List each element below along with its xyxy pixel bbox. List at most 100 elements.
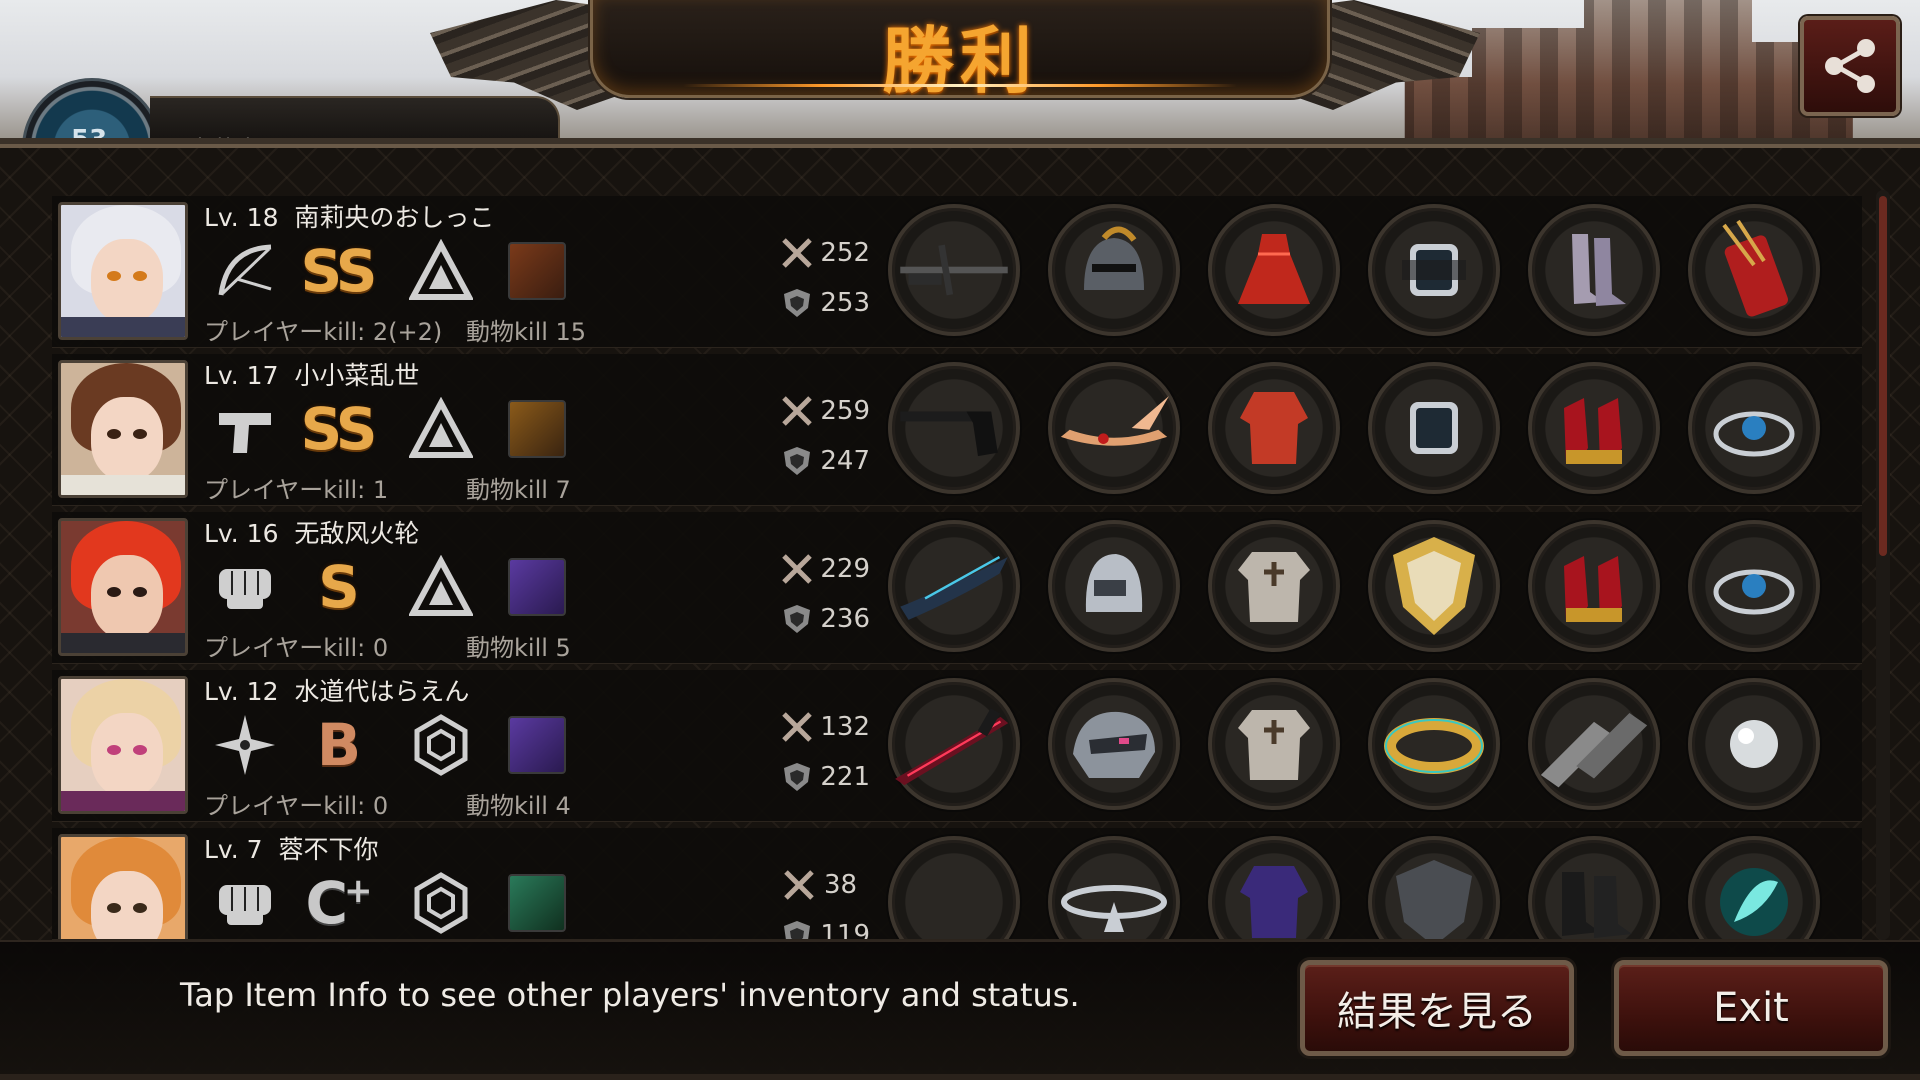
share-button[interactable] (1800, 16, 1900, 116)
equip-slot-head[interactable] (1048, 678, 1180, 810)
equip-slot-body[interactable] (1208, 678, 1340, 810)
player-row[interactable]: Lv. 7 蓉不下你 C+ 38 119 (52, 828, 1862, 940)
player-level-name: Lv. 18 南莉央のおしっこ (204, 203, 495, 232)
blue-gem-ring-icon (1713, 411, 1795, 457)
triangle-rank-icon (406, 394, 476, 464)
player-row[interactable]: Lv. 17 小小菜乱世 SS プレイヤーkill: 1 動物kill 7 25… (52, 354, 1862, 506)
equip-slot-weapon[interactable] (888, 204, 1020, 336)
equip-slot-weapon[interactable] (888, 678, 1020, 810)
hexagon-rank-icon (406, 868, 476, 938)
equip-slot-accessory[interactable] (1368, 520, 1500, 652)
equip-slot-feet[interactable] (1528, 678, 1660, 810)
pet-icon (502, 394, 572, 464)
red-heels-icon (1564, 556, 1622, 622)
equip-slot-head[interactable] (1048, 836, 1180, 939)
animal-kill-count: 動物kill 5 (466, 634, 571, 662)
combat-boots-icon (1562, 872, 1632, 938)
player-portrait (58, 518, 188, 656)
view-results-button[interactable]: 結果を見る (1300, 960, 1574, 1056)
equip-slot-feet[interactable] (1528, 204, 1660, 336)
player-stats: 252 253 (780, 228, 870, 328)
grade-badge: C+ (305, 869, 372, 937)
equip-slot-special[interactable] (1688, 362, 1820, 494)
equip-slot-body[interactable] (1208, 520, 1340, 652)
exit-button[interactable]: Exit (1614, 960, 1888, 1056)
player-level-name: Lv. 16 无敌风火轮 (204, 519, 420, 548)
equip-slot-feet[interactable] (1528, 362, 1660, 494)
quiver-icon (1722, 219, 1788, 317)
equip-slot-special[interactable] (1688, 836, 1820, 939)
victory-banner: 勝利 (590, 0, 1330, 103)
red-heels-icon (1564, 398, 1622, 464)
red-dress-icon (1238, 234, 1310, 304)
player-row[interactable]: Lv. 12 水道代はらえん B プレイヤーkill: 0 動物kill 4 1… (52, 670, 1862, 822)
equip-slot-head[interactable] (1048, 520, 1180, 652)
equip-slot-special[interactable] (1688, 520, 1820, 652)
share-icon (1825, 39, 1875, 93)
gold-bracelet-icon (1384, 718, 1484, 774)
equip-slot-weapon[interactable] (888, 362, 1020, 494)
player-kill-count: プレイヤーkill: 0 (204, 634, 389, 662)
crossbow-icon (210, 236, 280, 306)
equip-slot-head[interactable] (1048, 362, 1180, 494)
attack-icon (780, 866, 818, 904)
attack-value: 229 (820, 554, 870, 584)
attack-icon (780, 708, 814, 746)
fist-icon (210, 868, 280, 938)
grade-badge: S (318, 553, 360, 621)
iron-shield-icon (1396, 860, 1472, 939)
equip-slot-accessory[interactable] (1368, 678, 1500, 810)
defense-icon (780, 442, 814, 480)
equip-slot-body[interactable] (1208, 362, 1340, 494)
bottom-border (0, 1074, 1920, 1080)
player-row[interactable]: Lv. 16 无敌风火轮 S プレイヤーkill: 0 動物kill 5 229… (52, 512, 1862, 664)
player-row[interactable]: Lv. 18 南莉央のおしっこ SS プレイヤーkill: 2(+2) 動物ki… (52, 196, 1862, 348)
silver-circlet-icon (1061, 885, 1167, 932)
defense-icon (780, 600, 814, 638)
equip-slot-feet[interactable] (1528, 836, 1660, 939)
equip-slot-accessory[interactable] (1368, 204, 1500, 336)
crimson-sword-icon (895, 708, 1009, 786)
attack-icon (780, 550, 814, 588)
claw-gauntlet-icon (900, 555, 1008, 620)
defense-icon (780, 284, 814, 322)
grade-badge: B (316, 711, 361, 779)
attack-value: 132 (820, 712, 870, 742)
equip-slot-head[interactable] (1048, 204, 1180, 336)
player-kill-count: プレイヤーkill: 1 (204, 476, 389, 504)
silver-helmet-icon (1085, 554, 1143, 612)
player-kill-count: プレイヤーkill: 0 (204, 792, 389, 820)
player-stats: 229 236 (780, 544, 870, 644)
attack-value: 38 (824, 870, 858, 900)
victory-title: 勝利 (881, 19, 1038, 103)
equip-slot-special[interactable] (1688, 204, 1820, 336)
feather-charm-icon (1720, 868, 1788, 936)
equip-slot-special[interactable] (1688, 678, 1820, 810)
pet-icon (502, 868, 572, 938)
grade-badge: SS (300, 237, 378, 305)
equip-slot-body[interactable] (1208, 836, 1340, 939)
pet-icon (502, 710, 572, 780)
crossbow-icon (900, 244, 1008, 296)
attack-value: 259 (820, 396, 870, 426)
plate-armor-icon (1238, 552, 1310, 622)
player-level-name: Lv. 7 蓉不下你 (204, 835, 379, 864)
equip-slot-body[interactable] (1208, 204, 1340, 336)
scroll-thumb[interactable] (1879, 196, 1887, 556)
pet-icon (502, 236, 572, 306)
defense-value: 247 (820, 446, 870, 476)
hexagon-rank-icon (406, 710, 476, 780)
player-stats: 38 119 (780, 860, 870, 939)
equip-slot-accessory[interactable] (1368, 836, 1500, 939)
equip-slot-weapon[interactable] (888, 520, 1020, 652)
plate-armor-icon (1238, 710, 1310, 780)
purple-jacket-icon (1240, 866, 1308, 938)
equip-slot-feet[interactable] (1528, 520, 1660, 652)
equip-slot-accessory[interactable] (1368, 362, 1500, 494)
player-kill-count: プレイヤーkill: 2(+2) (204, 318, 443, 346)
fist-icon (210, 552, 280, 622)
animal-kill-count: 動物kill 7 (466, 476, 571, 504)
player-stats: 132 221 (780, 702, 870, 802)
equip-slot-weapon-empty[interactable] (888, 836, 1020, 939)
player-portrait (58, 360, 188, 498)
